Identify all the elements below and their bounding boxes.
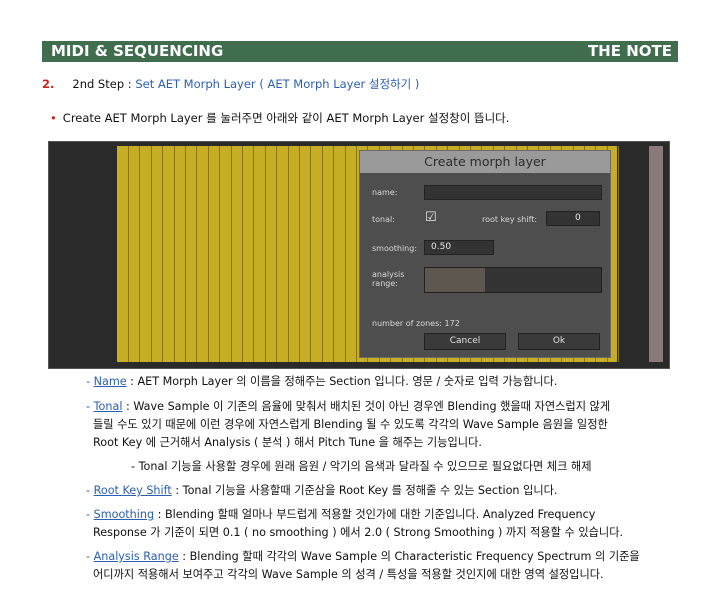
dash-icon: - <box>86 484 94 497</box>
tonal-checkbox[interactable]: ☑ <box>425 210 437 225</box>
sample-column <box>277 146 289 362</box>
step-heading: 2. 2nd Step : Set AET Morph Layer ( AET M… <box>42 76 419 92</box>
term-name: Name <box>93 375 127 388</box>
ok-button[interactable]: Ok <box>518 333 600 350</box>
sample-column <box>197 146 209 362</box>
sample-column <box>117 146 129 362</box>
analysis-range-fill <box>425 268 485 292</box>
root-key-shift-label: root key shift: <box>482 215 538 224</box>
item-tonal: - Tonal : Wave Sample 이 기존의 음율에 맞춰서 배치된 … <box>86 399 610 451</box>
sample-column <box>174 146 186 362</box>
item-tonal-text-2: 들릴 수도 있기 때문에 이런 경우에 자연스럽게 Blending 될 수 있… <box>93 418 608 431</box>
zones-count: number of zones: 172 <box>372 319 460 328</box>
sample-column <box>128 146 141 362</box>
intro-text: Create AET Morph Layer 를 눌러주면 아래와 같이 AET… <box>62 111 510 125</box>
sample-column <box>311 146 323 362</box>
right-strip <box>649 146 663 362</box>
cancel-button[interactable]: Cancel <box>424 333 506 350</box>
item-analysis-range: - Analysis Range : Blending 할때 각각의 Wave … <box>86 549 640 583</box>
sample-column <box>322 146 335 362</box>
sample-column <box>208 146 221 362</box>
term-analysis-range: Analysis Range <box>93 550 179 563</box>
dash-icon: - <box>86 550 94 563</box>
root-key-shift-input[interactable]: 0 <box>546 211 600 226</box>
item-name-text: : AET Morph Layer 의 이름을 정해주는 Section 입니다… <box>126 375 558 388</box>
item-root-key-shift: - Root Key Shift : Tonal 기능을 사용할때 기준삼을 R… <box>86 483 558 499</box>
root-key-shift-value: 0 <box>575 213 581 223</box>
create-morph-layer-dialog: Create morph layer name: tonal: ☑ root k… <box>359 150 611 358</box>
step-title: Set AET Morph Layer ( AET Morph Layer 설정… <box>135 77 420 91</box>
step-number: 2. <box>42 77 55 91</box>
name-input[interactable] <box>424 185 602 200</box>
smoothing-label: smoothing: <box>372 244 418 253</box>
item-smoothing-text-1: : Blending 할때 얼마나 부드럽게 적용할 것인가에 대한 기준입니다… <box>154 508 596 521</box>
sample-column <box>334 146 346 362</box>
bullet-icon: • <box>50 111 57 125</box>
name-label: name: <box>372 188 398 197</box>
dash-icon: - <box>86 400 94 413</box>
step-prefix: 2nd Step : <box>72 77 132 91</box>
dialog-title: Create morph layer <box>360 151 610 173</box>
item-analysis-range-text-1: : Blending 할때 각각의 Wave Sample 의 Characte… <box>178 550 640 563</box>
intro-line: • Create AET Morph Layer 를 눌러주면 아래와 같이 AE… <box>50 110 509 126</box>
sample-column <box>288 146 300 362</box>
sample-column <box>151 146 164 362</box>
sample-column <box>185 146 198 362</box>
sample-column <box>231 146 243 362</box>
item-tonal-text-3: Root Key 에 근거해서 Analysis ( 분석 ) 해서 Pitch… <box>93 436 482 449</box>
sample-column <box>254 146 266 362</box>
analysis-range-label: analysis range: <box>372 270 404 288</box>
dash-icon: - <box>86 375 94 388</box>
item-smoothing: - Smoothing : Blending 할때 얼마나 부드럽게 적용할 것… <box>86 507 623 541</box>
smoothing-input[interactable]: 0.50 <box>424 240 494 255</box>
sample-column <box>242 146 255 362</box>
dash-icon: - <box>86 508 94 521</box>
item-root-key-shift-text: : Tonal 기능을 사용할때 기준삼을 Root Key 를 정해줄 수 있… <box>171 484 558 497</box>
term-root-key-shift: Root Key Shift <box>93 484 172 497</box>
item-name: - Name : AET Morph Layer 의 이름을 정해주는 Sect… <box>86 374 557 390</box>
software-screenshot: Create morph layer name: tonal: ☑ root k… <box>48 141 670 369</box>
sample-column <box>220 146 232 362</box>
analysis-range-label-line2: range: <box>372 279 398 288</box>
item-tonal-text-1: : Wave Sample 이 기존의 음율에 맞춰서 배치된 것이 아닌 경우… <box>122 400 611 413</box>
banner-left-title: MIDI & SEQUENCING <box>51 42 224 60</box>
smoothing-value: 0.50 <box>431 242 452 252</box>
sample-column <box>265 146 278 362</box>
analysis-range-slider[interactable] <box>424 267 602 293</box>
sample-column <box>140 146 152 362</box>
term-tonal: Tonal <box>93 400 123 413</box>
sample-column <box>299 146 312 362</box>
tonal-note: - Tonal 기능을 사용할 경우에 원래 음원 / 악기의 음색과 달라질 … <box>131 460 592 473</box>
item-smoothing-text-2: Response 가 기준이 되면 0.1 ( no smoothing ) 에… <box>93 526 624 539</box>
banner-right-title: THE NOTE <box>587 42 672 60</box>
tonal-label: tonal: <box>372 215 395 224</box>
sample-column <box>163 146 175 362</box>
sample-column <box>345 146 357 362</box>
item-analysis-range-text-2: 어디까지 적용해서 보여주고 각각의 Wave Sample 의 성격 / 특성… <box>93 568 604 581</box>
section-banner: MIDI & SEQUENCING THE NOTE <box>42 41 678 62</box>
term-smoothing: Smoothing <box>93 508 155 521</box>
analysis-range-label-line1: analysis <box>372 270 405 279</box>
